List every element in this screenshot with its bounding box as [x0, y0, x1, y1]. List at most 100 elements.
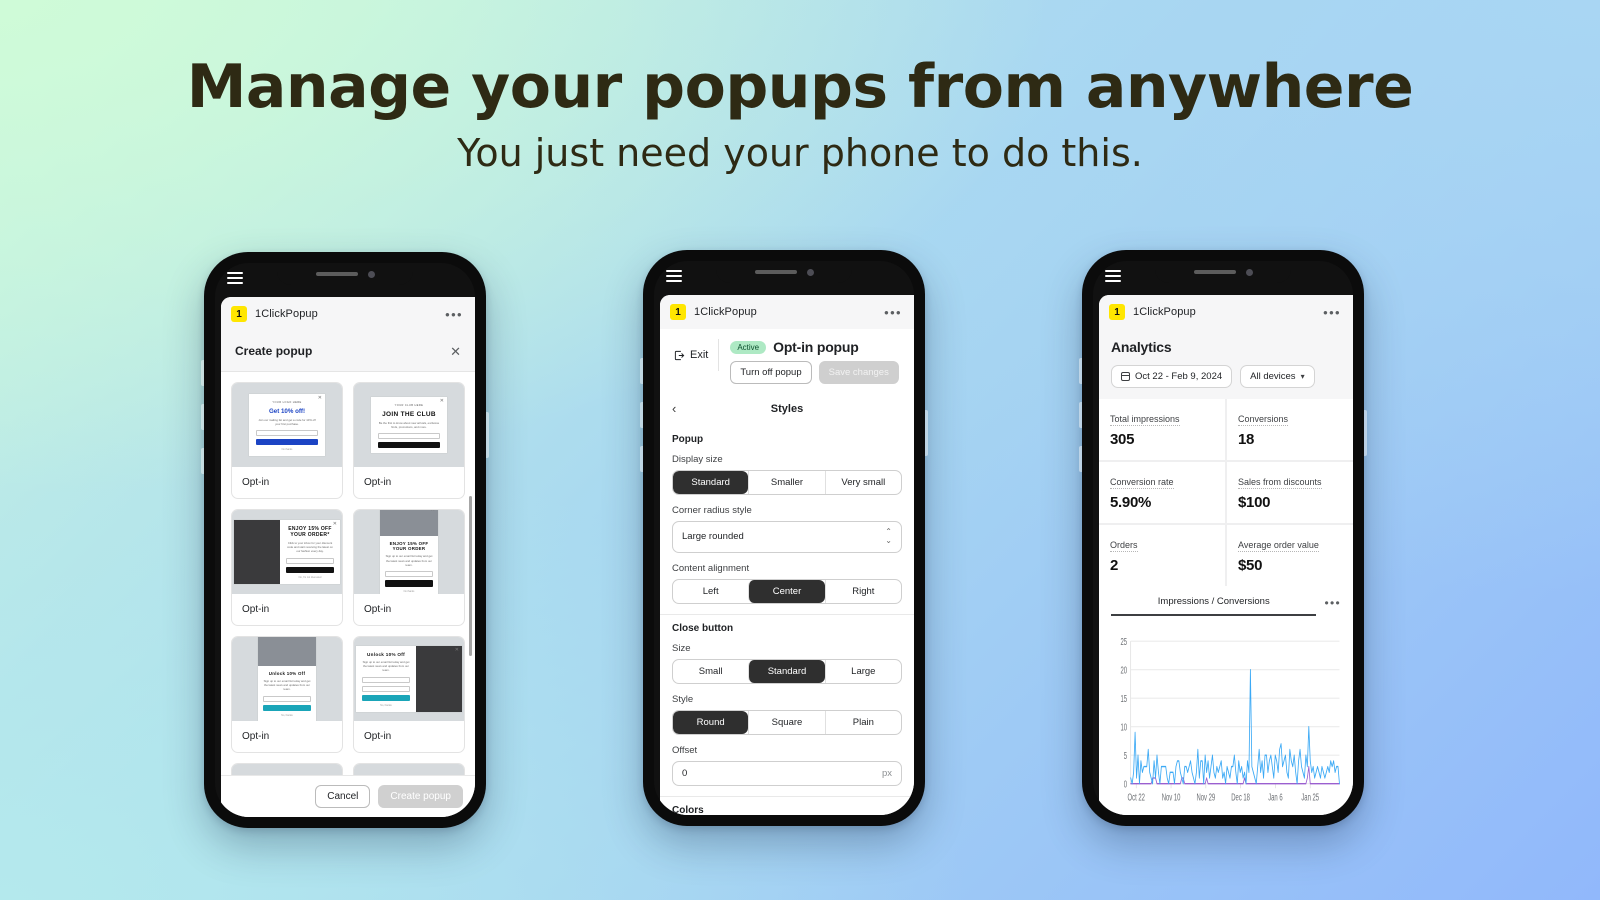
hamburger-menu-icon[interactable] — [227, 272, 243, 284]
template-label: Opt-in — [364, 731, 392, 742]
offset-input[interactable]: 0 px — [672, 760, 902, 786]
scrollbar[interactable] — [469, 496, 472, 656]
phone-screen: 1 1ClickPopup ••• Exit Active Opt-in pop… — [654, 261, 914, 815]
more-horizontal-icon[interactable]: ••• — [884, 306, 902, 319]
popup-heading: JOIN THE CLUB — [382, 410, 436, 418]
svg-text:10: 10 — [1120, 722, 1127, 733]
template-card[interactable]: Unlock 10% Off Sign up to our email list… — [353, 636, 465, 753]
hamburger-menu-icon[interactable] — [1105, 270, 1121, 282]
close-icon: ✕ — [430, 510, 435, 514]
chart-plot-area: 0 5 10 15 20 25 Oct 22 Nov 10 Nov 29 Dec 18 Jan 6 J… — [1099, 616, 1353, 815]
template-card[interactable]: ✕ ENJOY 15% OFF YOUR ORDER Sign up to ou… — [353, 509, 465, 626]
analytics-filters: Oct 22 - Feb 9, 2024 All devices ▾ — [1111, 365, 1341, 388]
status-bar — [1093, 261, 1353, 295]
close-icon: ✕ — [332, 520, 337, 527]
chart-tab-bar: Impressions / Conversions ••• — [1099, 588, 1353, 616]
segment-standard[interactable]: Standard — [748, 659, 825, 683]
create-popup-button[interactable]: Create popup — [378, 785, 463, 808]
template-card[interactable]: ✕ YOUR LOGO HERE Get 10% off! Join our m… — [231, 382, 343, 499]
styles-form: Popup Display size Standard Smaller Very… — [660, 426, 914, 815]
date-range-picker[interactable]: Oct 22 - Feb 9, 2024 — [1111, 365, 1233, 388]
segment-large[interactable]: Large — [824, 659, 901, 683]
app-logo-icon: 1 — [670, 304, 686, 320]
popup-dismiss-link: No, I'm not interested — [298, 576, 322, 580]
segment-square[interactable]: Square — [748, 710, 824, 734]
popup-dismiss-link: No thanks — [403, 589, 415, 593]
form-group-close-button: Close button Size Small Standard Large S… — [660, 613, 914, 796]
page-title: Manage your popups from anywhere — [186, 52, 1414, 122]
turn-off-popup-button[interactable]: Turn off popup — [730, 361, 812, 384]
svg-text:0: 0 — [1124, 779, 1128, 790]
segment-small[interactable]: Small — [673, 660, 748, 683]
offset-value: 0 — [682, 767, 688, 779]
segment-round[interactable]: Round — [673, 710, 749, 734]
popup-body: Sign up to our email list today and get … — [362, 659, 410, 673]
line-chart: 0 5 10 15 20 25 Oct 22 Nov 10 Nov 29 Dec 18 Jan 6 J… — [1120, 636, 1340, 803]
template-preview: ✕ WANT $10 OFF YOUR ORDER? Get 10% off a… — [354, 764, 464, 775]
more-horizontal-icon[interactable]: ••• — [445, 308, 463, 321]
field-label-size: Size — [672, 642, 691, 654]
popup-title: Opt-in popup — [773, 339, 859, 355]
popup-dismiss-link: No thanks — [281, 448, 293, 452]
svg-text:15: 15 — [1120, 693, 1127, 704]
chevron-left-icon[interactable]: ‹ — [672, 402, 676, 415]
kpi-card: Orders 2 — [1099, 525, 1225, 586]
more-horizontal-icon[interactable]: ••• — [1323, 306, 1341, 319]
template-card[interactable]: WANT $10 OFF YOUR ORDER? Opt-in — [231, 763, 343, 775]
template-label: Opt-in — [364, 604, 392, 615]
hamburger-menu-icon[interactable] — [666, 270, 682, 282]
template-card[interactable]: ✕ WANT $10 OFF YOUR ORDER? Get 10% off a… — [353, 763, 465, 775]
save-changes-button[interactable]: Save changes — [818, 361, 899, 384]
phone-screen: 1 1ClickPopup ••• Analytics Oct 22 - Feb… — [1093, 261, 1353, 815]
notch — [716, 261, 852, 283]
modal-title: Create popup — [235, 344, 313, 358]
segment-right[interactable]: Right — [824, 579, 901, 603]
close-icon[interactable]: ✕ — [450, 345, 461, 358]
template-preview: Unlock 10% Off Sign up to our email list… — [232, 637, 342, 721]
kpi-card: Conversions 18 — [1227, 399, 1353, 460]
popup-email-field — [256, 429, 318, 436]
segmented-display-size[interactable]: Standard Smaller Very small — [672, 470, 902, 495]
segment-smaller[interactable]: Smaller — [748, 471, 824, 494]
segment-plain[interactable]: Plain — [824, 710, 901, 734]
popup-body: Join our mailing list and get a code for… — [258, 417, 316, 426]
template-card[interactable]: ✕ YOUR CLUB HERE JOIN THE CLUB Be the fi… — [353, 382, 465, 499]
more-horizontal-icon[interactable]: ••• — [1316, 596, 1341, 616]
kpi-label: Total impressions — [1110, 414, 1180, 426]
popup-cta-button — [385, 580, 433, 587]
front-camera — [1245, 268, 1253, 276]
kpi-label: Conversions — [1238, 414, 1289, 426]
template-list[interactable]: ✕ YOUR LOGO HERE Get 10% off! Join our m… — [221, 372, 475, 775]
app-container: 1 1ClickPopup ••• Create popup ✕ ✕ YOUR … — [221, 297, 475, 817]
template-card[interactable]: ✕ ENJOY 15% OFF YOUR ORDER* Click to you… — [231, 509, 343, 626]
cancel-button[interactable]: Cancel — [315, 785, 371, 808]
title-row: Active Opt-in popup — [730, 339, 899, 355]
segmented-content-alignment[interactable]: Left Center Right — [672, 578, 902, 604]
popup-mockup: ✕ YOUR LOGO HERE Get 10% off! Join our m… — [249, 393, 325, 457]
svg-text:Jan 6: Jan 6 — [1268, 792, 1283, 803]
popup-body: Sign up to our email list today and get … — [385, 554, 433, 567]
exit-button[interactable]: Exit — [672, 339, 720, 371]
speaker-grille — [1193, 270, 1236, 274]
segment-left[interactable]: Left — [673, 580, 748, 603]
segmented-close-size[interactable]: Small Standard Large — [672, 658, 902, 684]
editor-title-block: Active Opt-in popup Turn off popup Save … — [719, 339, 899, 384]
template-card[interactable]: Unlock 10% Off Sign up to our email list… — [231, 636, 343, 753]
segmented-close-style[interactable]: Round Square Plain — [672, 709, 902, 735]
tab-impressions-conversions[interactable]: Impressions / Conversions — [1111, 596, 1317, 616]
segment-standard[interactable]: Standard — [673, 471, 749, 494]
kpi-card: Conversion rate 5.90% — [1099, 462, 1225, 523]
popup-body: Sign up to our email list today and get … — [263, 678, 311, 692]
kpi-value: 2 — [1110, 557, 1119, 574]
group-title: Popup — [672, 434, 704, 445]
segment-very-small[interactable]: Very small — [824, 471, 901, 494]
template-preview: Unlock 10% Off Sign up to our email list… — [354, 637, 464, 721]
segment-center[interactable]: Center — [748, 579, 825, 603]
corner-radius-select[interactable]: Large rounded ⌃ ⌄ — [672, 521, 902, 553]
template-preview: ✕ YOUR LOGO HERE Get 10% off! Join our m… — [232, 383, 342, 467]
device-filter-dropdown[interactable]: All devices ▾ — [1240, 365, 1315, 388]
section-title: Styles — [770, 402, 804, 415]
kpi-label: Average order value — [1238, 540, 1319, 552]
kpi-label: Orders — [1110, 540, 1138, 552]
phone-mockup-styles-editor: 1 1ClickPopup ••• Exit Active Opt-in pop… — [640, 250, 928, 826]
